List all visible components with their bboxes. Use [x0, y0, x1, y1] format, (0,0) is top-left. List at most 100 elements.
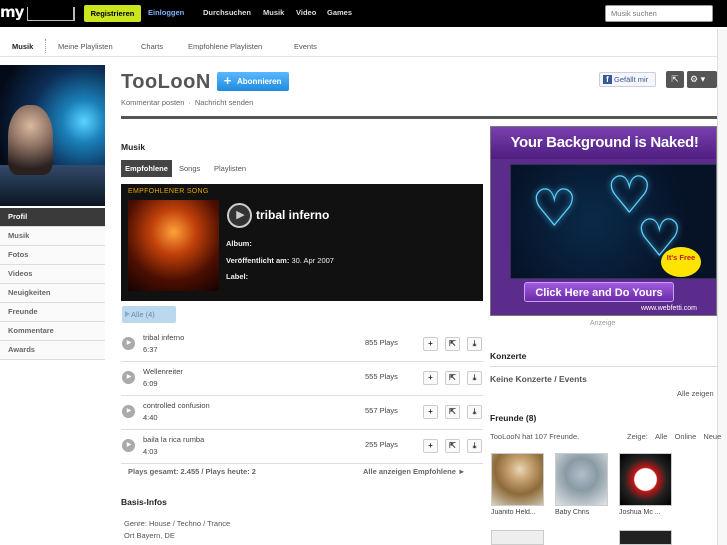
advertisement-banner[interactable]: Your Background is Naked! ♡ ♡ ♡ It's Fre… — [490, 126, 717, 316]
play-icon[interactable]: ▶ — [122, 405, 135, 418]
featured-album: Album: — [226, 239, 252, 248]
nav-browse[interactable]: Durchsuchen — [203, 8, 251, 17]
friend-card[interactable]: Joshua Mc ... — [619, 453, 672, 516]
share-icon[interactable]: ⇱ — [445, 405, 460, 419]
share-icon[interactable]: ⇱ — [445, 439, 460, 453]
send-message-link[interactable]: Nachricht senden — [195, 98, 253, 107]
share-icon[interactable]: ⇱ — [445, 337, 460, 351]
friend-name[interactable]: Juanito Held... — [491, 509, 544, 516]
play-icon[interactable]: ▶ — [122, 337, 135, 350]
top-bar: my Registrieren Einloggen Durchsuchen Mu… — [0, 0, 727, 27]
concerts-heading: Konzerte — [490, 351, 527, 361]
track-length: 4:03 — [143, 447, 158, 456]
subnav-events[interactable]: Events — [294, 42, 317, 51]
menu-news[interactable]: Neuigkeiten — [0, 284, 105, 303]
avatar-person-shape — [8, 105, 53, 175]
add-icon[interactable]: + — [423, 405, 438, 419]
featured-release: Veröffentlicht am: 30. Apr 2007 — [226, 256, 334, 265]
track-row: ▶ tribal inferno 6:37 855 Plays + ⇱ ⤓ — [121, 328, 483, 362]
facebook-icon: f — [603, 75, 612, 84]
share-button[interactable]: ⇱ — [666, 71, 684, 88]
menu-comments[interactable]: Kommentare — [0, 322, 105, 341]
add-icon[interactable]: + — [423, 439, 438, 453]
track-plays: 557 Plays — [365, 406, 398, 415]
post-comment-link[interactable]: Kommentar posten — [121, 98, 184, 107]
play-all-button[interactable]: Alle (4) — [122, 306, 176, 323]
filter-online[interactable]: Online — [675, 432, 697, 441]
nav-games[interactable]: Games — [327, 8, 352, 17]
profile-name: TooLooN — [121, 71, 211, 93]
site-logo[interactable]: my — [0, 3, 24, 21]
featured-title: tribal inferno — [256, 208, 330, 222]
featured-song-panel: EMPFOHLENER SONG — [121, 184, 483, 301]
register-button[interactable]: Registrieren — [84, 5, 141, 22]
tab-songs[interactable]: Songs — [175, 160, 204, 177]
share-icon[interactable]: ⇱ — [445, 371, 460, 385]
profile-menu: Profil Musik Fotos Videos Neuigkeiten Fr… — [0, 208, 105, 360]
subnav-music[interactable]: Musik — [12, 42, 33, 51]
subscribe-button[interactable]: + Abonnieren — [217, 72, 289, 91]
subnav-my-playlists[interactable]: Meine Playlisten — [58, 42, 113, 51]
friend-name[interactable]: Baby Chris — [555, 509, 608, 516]
tab-recommended[interactable]: Empfohlene — [121, 160, 172, 177]
track-name[interactable]: baila la rica rumba — [143, 435, 204, 444]
subnav-recommended-playlists[interactable]: Empfohlene Playlisten — [188, 42, 262, 51]
login-link[interactable]: Einloggen — [148, 8, 184, 17]
friend-name[interactable]: Joshua Mc ... — [619, 509, 672, 516]
search-input[interactable]: Musik suchen — [605, 5, 713, 22]
tab-playlists[interactable]: Playlisten — [210, 160, 250, 177]
friend-avatar[interactable] — [491, 453, 544, 506]
ad-free-badge: It's Free — [661, 247, 701, 277]
friend-card[interactable]: Juanito Held... — [491, 453, 544, 516]
track-name[interactable]: controlled confusion — [143, 401, 210, 410]
track-plays: 255 Plays — [365, 440, 398, 449]
music-subnav: Musik Meine Playlisten Charts Empfohlene… — [0, 35, 727, 57]
download-icon[interactable]: ⤓ — [467, 405, 482, 419]
menu-photos[interactable]: Fotos — [0, 246, 105, 265]
download-icon[interactable]: ⤓ — [467, 439, 482, 453]
like-label: Gefällt mir — [614, 75, 649, 84]
show-all-link[interactable]: Alle anzeigen Empfohlene ► — [363, 467, 465, 476]
play-icon[interactable]: ▶ — [122, 439, 135, 452]
track-row: ▶ baila la rica rumba 4:03 255 Plays + ⇱… — [121, 430, 483, 464]
track-name[interactable]: Wellenreiter — [143, 367, 183, 376]
friend-card[interactable]: Baby Chris — [555, 453, 608, 516]
menu-music[interactable]: Musik — [0, 227, 105, 246]
settings-menu-button[interactable]: ⚙ ▾ — [687, 71, 717, 88]
download-icon[interactable]: ⤓ — [467, 337, 482, 351]
menu-videos[interactable]: Videos — [0, 265, 105, 284]
download-icon[interactable]: ⤓ — [467, 371, 482, 385]
track-length: 6:09 — [143, 379, 158, 388]
plays-totals: Plays gesamt: 2.455 / Plays heute: 2 — [128, 467, 256, 476]
track-name[interactable]: tribal inferno — [143, 333, 184, 342]
friend-avatar[interactable] — [619, 453, 672, 506]
play-icon[interactable]: ▶ — [122, 371, 135, 384]
gear-icon: ⚙ — [690, 74, 699, 84]
ad-cta-button[interactable]: Click Here and Do Yours — [524, 282, 674, 302]
subnav-charts[interactable]: Charts — [141, 42, 163, 51]
track-row: ▶ controlled confusion 4:40 557 Plays + … — [121, 396, 483, 430]
menu-friends[interactable]: Freunde — [0, 303, 105, 322]
ad-label: Anzeige — [590, 320, 616, 327]
share-icon: ⇱ — [671, 74, 679, 84]
add-icon[interactable]: + — [423, 371, 438, 385]
profile-avatar[interactable] — [0, 65, 105, 206]
menu-awards[interactable]: Awards — [0, 341, 105, 360]
filter-all[interactable]: Alle — [655, 432, 668, 441]
menu-profile[interactable]: Profil — [0, 208, 105, 227]
track-length: 6:37 — [143, 345, 158, 354]
heart-icon: ♡ — [531, 180, 578, 238]
friend-avatar[interactable] — [555, 453, 608, 506]
friend-avatar[interactable] — [491, 530, 544, 545]
track-plays: 855 Plays — [365, 338, 398, 347]
page-edge-scroll — [717, 29, 727, 545]
concerts-show-all-link[interactable]: Alle zeigen — [677, 389, 714, 398]
featured-play-icon[interactable]: ▶ — [227, 203, 252, 228]
add-icon[interactable]: + — [423, 337, 438, 351]
friends-filter: Zeige: Alle Online Neue — [627, 432, 721, 441]
nav-video[interactable]: Video — [296, 8, 316, 17]
facebook-like-button[interactable]: f Gefällt mir — [599, 72, 656, 87]
nav-music[interactable]: Musik — [263, 8, 284, 17]
filter-new[interactable]: Neue — [703, 432, 721, 441]
friend-avatar[interactable] — [619, 530, 672, 545]
